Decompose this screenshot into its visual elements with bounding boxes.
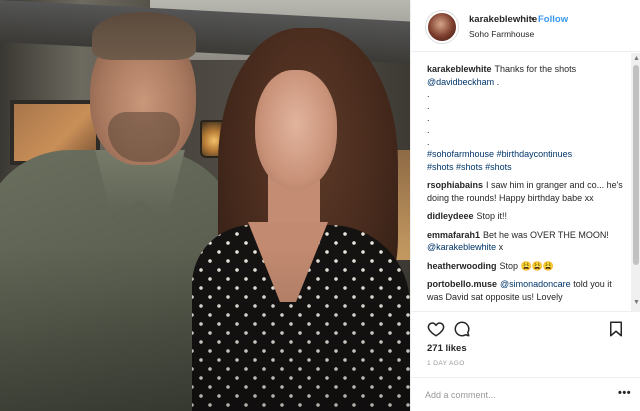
scroll-down-arrow-icon[interactable]: ▼ [633, 299, 640, 306]
list-item: emmafarah1 Bet he was OVER THE MOON! @kar… [427, 229, 623, 254]
header-username[interactable]: karakeblewhite [469, 14, 537, 25]
hashtag[interactable]: #shots [485, 162, 512, 172]
comment-suffix: x [496, 242, 504, 252]
comment-input[interactable] [425, 386, 595, 404]
hashtag[interactable]: #shots [456, 162, 483, 172]
caption-dot: . [427, 125, 430, 135]
caption-username[interactable]: karakeblewhite [427, 64, 492, 74]
bookmark-icon[interactable] [607, 320, 625, 338]
caption-dots: . . . . . [427, 88, 623, 148]
comment-mention[interactable]: @simonadoncare [500, 279, 571, 289]
heart-icon[interactable] [427, 320, 445, 338]
comment-text: Stop 😩😩😩 [499, 260, 555, 271]
comment-username[interactable]: heatherwooding [427, 261, 497, 271]
header-separator: • [531, 14, 535, 25]
list-item: rsophiabains I saw him in granger and co.… [427, 179, 623, 204]
caption: karakeblewhite Thanks for the shots @davi… [427, 63, 623, 173]
caption-mention[interactable]: @davidbeckham [427, 77, 494, 87]
caption-dot: . [427, 101, 430, 111]
add-comment-bar: ••• [411, 377, 640, 411]
post-timestamp[interactable]: 1 DAY AGO [427, 360, 465, 367]
list-item: didleydeee Stop it!! [427, 210, 623, 223]
more-options-button[interactable]: ••• [618, 387, 631, 399]
post-actions: 271 likes 1 DAY AGO ••• [411, 311, 640, 411]
caption-mention-suffix: . [494, 76, 500, 87]
hashtag[interactable]: #shots [427, 162, 454, 172]
comments-list[interactable]: karakeblewhite Thanks for the shots @davi… [411, 53, 629, 311]
list-item: heatherwooding Stop 😩😩😩 [427, 260, 623, 273]
comment-username[interactable]: didleydeee [427, 211, 474, 221]
comments-scrollbar[interactable]: ▲ ▼ [631, 53, 640, 311]
comment-username[interactable]: portobello.muse [427, 279, 497, 289]
caption-dot: . [427, 113, 430, 123]
comment-icon[interactable] [453, 320, 471, 338]
scroll-up-arrow-icon[interactable]: ▲ [633, 55, 640, 62]
post-header: karakeblewhite • Follow Soho Farmhouse [411, 0, 640, 52]
comment-username[interactable]: rsophiabains [427, 180, 483, 190]
caption-dot: . [427, 89, 430, 99]
post-photo[interactable] [0, 0, 410, 411]
comment-mention[interactable]: @karakeblewhite [427, 242, 496, 252]
likes-count[interactable]: 271 likes [427, 343, 467, 354]
comment-username[interactable]: emmafarah1 [427, 230, 480, 240]
comment-text: Bet he was OVER THE MOON! [483, 229, 609, 240]
comment-text: Stop it!! [476, 211, 508, 221]
scrollbar-thumb[interactable] [633, 65, 639, 265]
hashtag[interactable]: #sohofarmhouse [427, 149, 494, 159]
follow-button[interactable]: Follow [538, 14, 568, 25]
post-side-panel: karakeblewhite • Follow Soho Farmhouse k… [410, 0, 640, 411]
list-item: portobello.muse @simonadoncare told you i… [427, 278, 623, 303]
location-link[interactable]: Soho Farmhouse [469, 29, 534, 39]
avatar[interactable] [426, 11, 458, 43]
caption-dot: . [427, 137, 430, 147]
hashtag[interactable]: #birthdaycontinues [497, 149, 573, 159]
caption-text: Thanks for the shots [494, 64, 577, 74]
photo-shade [0, 0, 410, 411]
